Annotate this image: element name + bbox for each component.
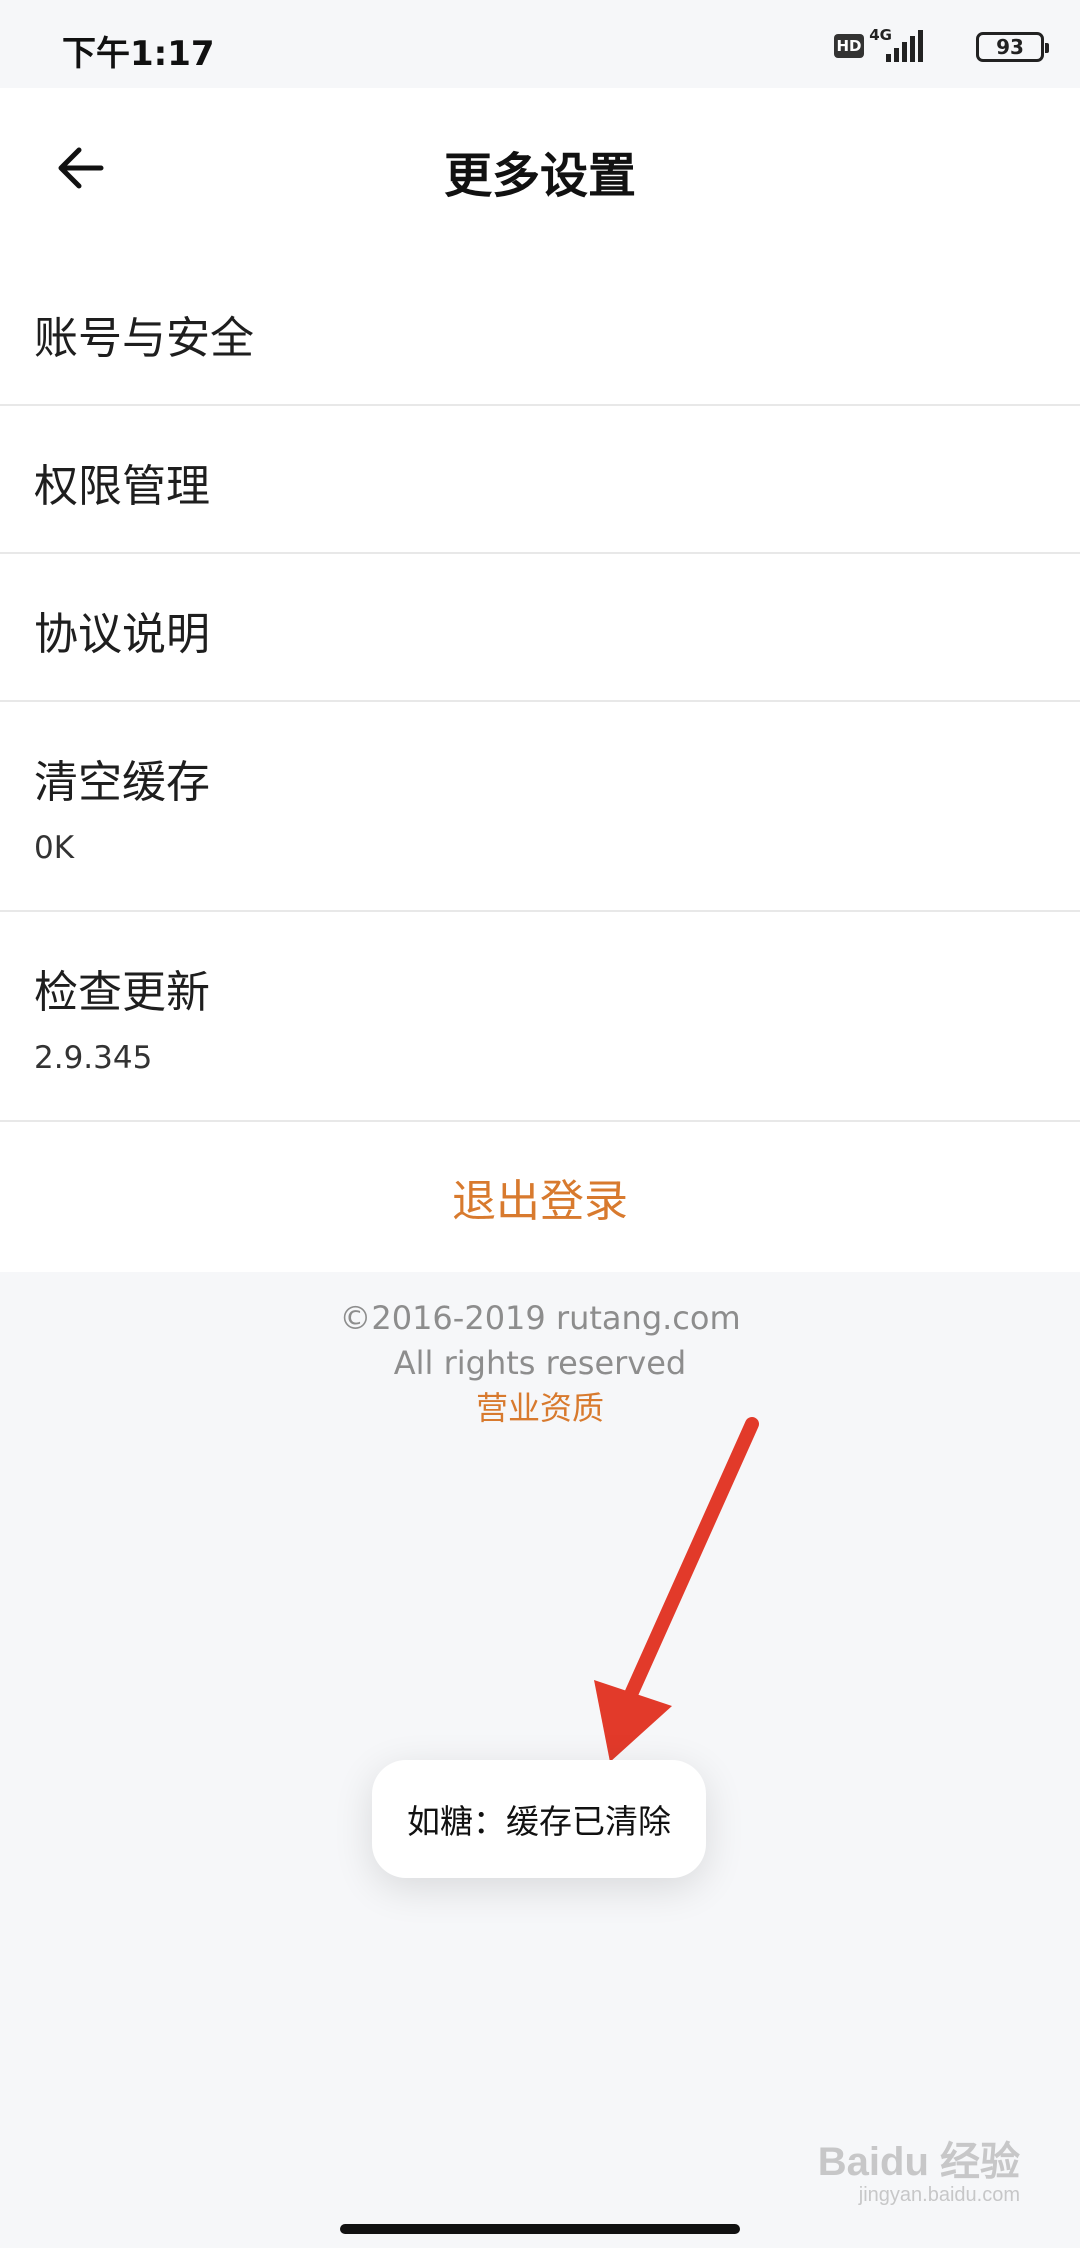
app-header: 更多设置 [0, 88, 1080, 258]
settings-item-agreements[interactable]: 协议说明 [0, 554, 1080, 702]
settings-item-permissions[interactable]: 权限管理 [0, 406, 1080, 554]
baidu-watermark: Baidu 经验 jingyan.baidu.com [818, 2140, 1020, 2206]
cache-size-value: 0K [34, 830, 75, 866]
toast-text: 如糖：缓存已清除 [407, 1802, 671, 1841]
copyright-text: ©2016-2019 rutang.com [339, 1299, 741, 1337]
status-icons: HD 4G 93 [784, 26, 1049, 66]
status-bar: 下午1:17 HD 4G 93 [0, 0, 1080, 88]
settings-item-clear-cache[interactable]: 清空缓存 0K [0, 702, 1080, 912]
watermark-brand: Baidu 经验 [817, 2140, 1020, 2184]
toast-message: 如糖：缓存已清除 [372, 1760, 706, 1878]
rights-text: All rights reserved [393, 1344, 687, 1382]
logout-label: 退出登录 [452, 1176, 628, 1227]
settings-item-label: 清空缓存 [34, 757, 210, 808]
footer: ©2016-2019 rutang.com All rights reserve… [0, 1296, 1080, 1431]
settings-item-label: 检查更新 [34, 967, 210, 1018]
license-link[interactable]: 营业资质 [0, 1386, 1080, 1431]
settings-list: 账号与安全 权限管理 协议说明 清空缓存 0K 检查更新 2.9.345 退出登… [0, 258, 1080, 1272]
hd-badge: HD [834, 34, 864, 58]
settings-item-label: 账号与安全 [34, 313, 254, 364]
settings-item-check-update[interactable]: 检查更新 2.9.345 [0, 912, 1080, 1122]
page-title: 更多设置 [443, 148, 636, 204]
home-indicator[interactable] [340, 2224, 740, 2234]
battery-level: 93 [996, 35, 1024, 59]
annotation-arrow-icon [594, 1417, 759, 1762]
settings-item-account-security[interactable]: 账号与安全 [0, 258, 1080, 406]
settings-item-label: 权限管理 [34, 461, 210, 512]
logout-button[interactable]: 退出登录 [0, 1122, 1080, 1272]
status-time: 下午1:17 [62, 34, 215, 74]
battery-icon: 93 [976, 32, 1049, 62]
signal-icon [886, 30, 923, 62]
settings-item-label: 协议说明 [34, 609, 210, 660]
watermark-url: jingyan.baidu.com [858, 2184, 1020, 2206]
version-value: 2.9.345 [34, 1040, 153, 1076]
